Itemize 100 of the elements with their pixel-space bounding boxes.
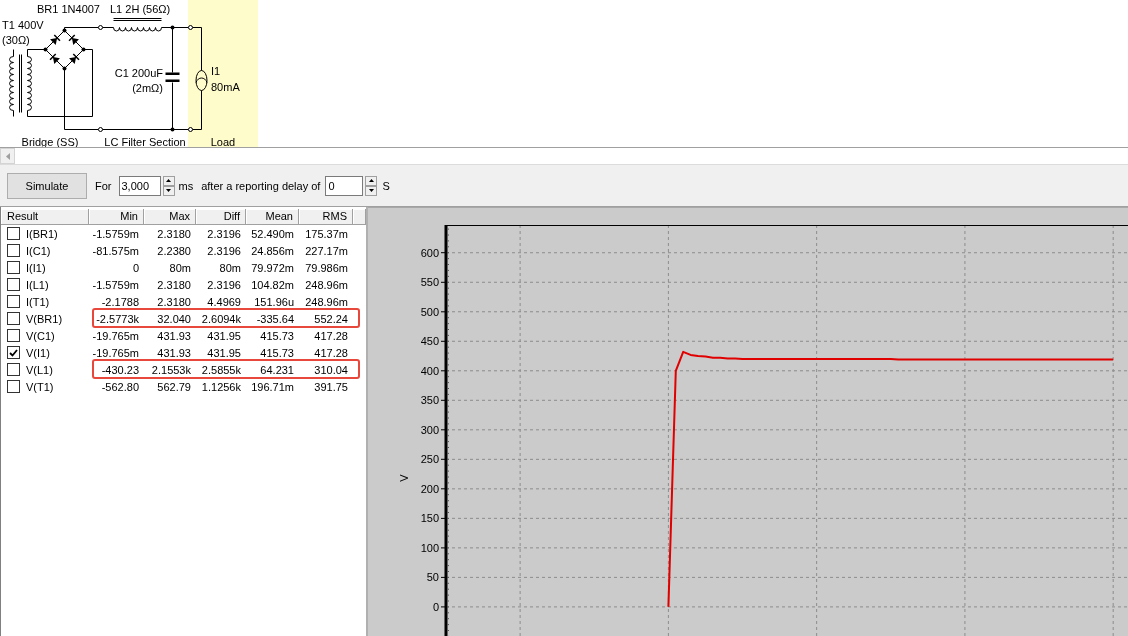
checkbox[interactable] <box>7 363 20 376</box>
column-header[interactable]: Mean <box>246 209 299 225</box>
y-tick-label: 50 <box>426 571 439 584</box>
y-tick-label: 450 <box>420 335 439 348</box>
table-cell-text: 104.82m <box>250 278 295 291</box>
table-cell-text: -81.575m <box>91 244 140 257</box>
spin-down-button[interactable] <box>162 185 175 196</box>
y-axis-label: V <box>398 474 410 482</box>
table-cell-text: -430.23 <box>100 363 140 376</box>
up-arrow-icon <box>166 179 171 182</box>
spin-up-button[interactable] <box>162 175 175 186</box>
checkbox[interactable] <box>7 329 20 342</box>
table-cell-text: 1.1256k <box>200 380 242 393</box>
table-cell-text: 52.490m <box>250 227 295 240</box>
table-cell-text: 79.986m <box>304 261 349 274</box>
y-tick-label: 150 <box>420 512 439 525</box>
capacitor-symbol[interactable] <box>165 27 180 130</box>
inductor-symbol[interactable] <box>113 18 162 32</box>
y-tick-label: 250 <box>420 453 439 466</box>
delay-field[interactable]: 0 <box>325 175 364 196</box>
column-header[interactable]: RMS <box>299 209 353 225</box>
table-cell-text: -2.5773k <box>95 312 140 325</box>
table-cell-text: 2.3196 <box>206 227 242 240</box>
checkbox[interactable] <box>7 295 20 308</box>
column-header[interactable]: Max <box>144 209 196 225</box>
result-name: I(T1) <box>26 295 50 308</box>
wire <box>161 27 189 28</box>
result-name: V(BR1) <box>26 312 63 325</box>
checkbox[interactable] <box>7 278 20 291</box>
table-cell-text: 310.04 <box>313 363 349 376</box>
table-cell-text: 4.4969 <box>206 295 242 308</box>
result-name: V(T1) <box>26 380 54 393</box>
table-cell-text: 2.6094k <box>200 312 242 325</box>
table-cell-text: 32.040 <box>156 312 192 325</box>
down-arrow-icon <box>368 189 374 192</box>
left-arrow-icon <box>5 152 10 160</box>
table-cell-text: 0 <box>131 261 140 274</box>
table-cell-text: 2.3180 <box>156 227 192 240</box>
table-cell-text: 391.75 <box>313 380 349 393</box>
down-arrow-icon <box>166 189 171 192</box>
table-cell-text: 80m <box>168 261 192 274</box>
section-label: Load <box>210 136 236 147</box>
table-cell-text: 248.96m <box>304 295 349 308</box>
checkbox[interactable] <box>7 244 20 257</box>
checkbox[interactable] <box>7 261 20 274</box>
component-label: C1 200uF <box>114 67 163 79</box>
table-cell-text: 417.28 <box>313 329 349 342</box>
table-cell-text: 415.73 <box>259 329 295 342</box>
table-cell-text: -335.64 <box>255 312 295 325</box>
table-cell-text: 2.3180 <box>156 278 192 291</box>
y-tick-label: 200 <box>420 482 439 495</box>
checkbox[interactable] <box>7 380 20 393</box>
table-cell-text: -1.5759m <box>91 227 140 240</box>
y-tick-label: 300 <box>420 423 439 436</box>
table-cell-text: 431.93 <box>156 346 192 359</box>
y-tick-label: 600 <box>420 246 439 259</box>
component-label: I1 <box>211 65 221 77</box>
table-cell-text: -562.80 <box>100 380 140 393</box>
table-cell-text: 24.856m <box>250 244 295 257</box>
checkbox[interactable] <box>7 312 20 325</box>
y-tick-label: 350 <box>420 394 439 407</box>
table-cell-text: 431.95 <box>206 346 242 359</box>
table-cell-text: 80m <box>218 261 242 274</box>
table-cell-text: 417.28 <box>313 346 349 359</box>
terminal-icon <box>188 25 193 30</box>
table-cell-text: -19.765m <box>91 346 140 359</box>
result-name: I(BR1) <box>26 227 58 240</box>
table-cell-text: 562.79 <box>156 380 192 393</box>
table-cell-text: -19.765m <box>91 329 140 342</box>
y-tick-label: 0 <box>432 600 439 613</box>
y-tick-label: 100 <box>420 541 439 554</box>
result-name: V(C1) <box>26 329 55 342</box>
y-tick-label: 500 <box>420 305 439 318</box>
component-label: (2mΩ) <box>132 82 163 94</box>
table-cell-text: 2.3180 <box>156 295 192 308</box>
table-cell-text: -2.1788 <box>100 295 140 308</box>
column-header[interactable]: Min <box>89 209 144 225</box>
component-label: (30Ω) <box>2 34 30 46</box>
diode-bridge-symbol[interactable] <box>43 28 86 71</box>
table-cell-text: 175.37m <box>304 227 349 240</box>
column-header[interactable]: Result <box>1 209 89 225</box>
table-cell-text: 79.972m <box>250 261 295 274</box>
transformer-symbol[interactable] <box>9 49 32 117</box>
result-name: V(I1) <box>26 346 50 359</box>
spin-down-button[interactable] <box>365 185 378 196</box>
simulate-button[interactable]: Simulate <box>7 172 87 199</box>
table-cell-text: 431.93 <box>156 329 192 342</box>
component-label: BR1 1N4007 <box>37 3 100 15</box>
checkbox[interactable] <box>7 227 20 240</box>
section-label: LC Filter Section <box>104 136 186 147</box>
spin-up-button[interactable] <box>365 175 378 186</box>
duration-field[interactable]: 3,000 <box>118 175 161 196</box>
checkbox[interactable] <box>7 346 20 359</box>
table-cell-text: 431.95 <box>206 329 242 342</box>
result-name: I(C1) <box>26 244 51 257</box>
result-name: I(L1) <box>26 278 49 291</box>
table-cell-text: 2.5855k <box>200 363 242 376</box>
column-header[interactable]: Diff <box>196 209 246 225</box>
terminal-icon <box>98 25 103 30</box>
current-source-symbol[interactable] <box>195 70 208 91</box>
